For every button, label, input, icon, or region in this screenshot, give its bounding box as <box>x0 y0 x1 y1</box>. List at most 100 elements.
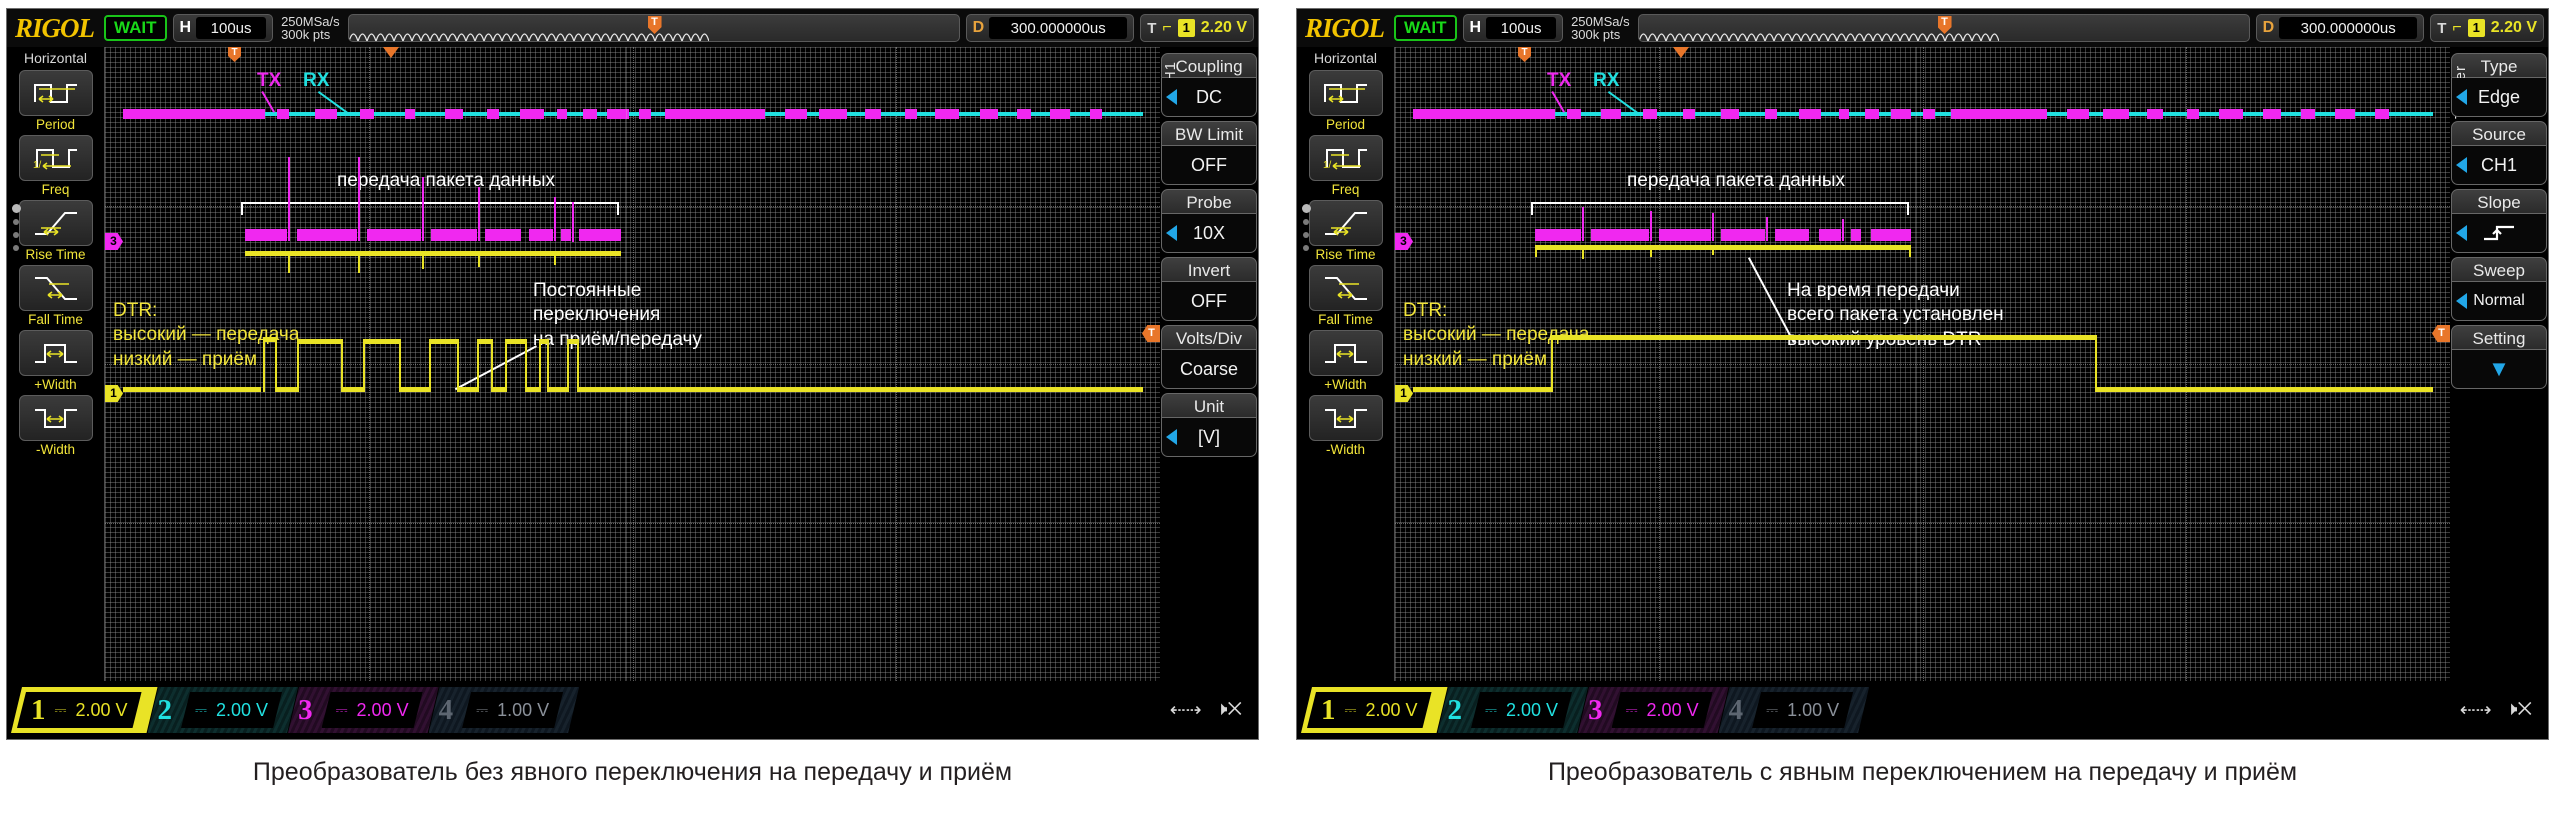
negative-width-icon <box>18 395 93 441</box>
channel-chip-3[interactable]: 3 ⎓ 2.00 V <box>1578 687 1729 733</box>
menu-label-period: Period <box>35 117 76 132</box>
channel-4-scale: 1.00 V <box>497 699 550 720</box>
period-icon <box>18 70 93 116</box>
horizontal-scale-box[interactable]: H 100us <box>172 14 274 42</box>
menu-sweep[interactable]: Sweep Normal <box>2451 257 2547 321</box>
waveform-preview-bar[interactable]: T <box>347 14 960 42</box>
menu-item-rise-time[interactable]: Rise Time <box>7 200 104 262</box>
menu-unit[interactable]: Unit [V] <box>1161 393 1257 457</box>
channel-chip-1[interactable]: 1 ⎓ 2.00 V <box>11 687 158 733</box>
menu-setting-value-box[interactable]: ▼ <box>2451 350 2547 389</box>
menu-source[interactable]: Source CH1 <box>2451 121 2547 185</box>
usb-icon[interactable]: ⇠⇢ <box>1170 699 1202 722</box>
white-note-left: Постоянные переключения на приём/передач… <box>533 280 702 350</box>
trigger-slope-icon: ⌐ <box>2452 19 2462 36</box>
horizontal-scale-box[interactable]: H 100us <box>1462 14 1564 42</box>
trigger-status-box[interactable]: T ⌐ 1 2.20 V <box>2430 14 2544 42</box>
menu-bw-limit[interactable]: BW Limit OFF <box>1161 121 1257 185</box>
menu-item-freq[interactable]: 1/ Freq <box>7 135 104 197</box>
channel-3-coupling-icon: ⎓ <box>335 701 348 719</box>
run-status-badge[interactable]: WAIT <box>1394 15 1457 41</box>
delay-position-marker <box>383 47 399 58</box>
trigger-menu-right: Trigger Type Edge Source CH1 Slope <box>2450 47 2548 681</box>
menu-probe[interactable]: Probe 10X <box>1161 189 1257 253</box>
menu-type-value-box[interactable]: Edge <box>2451 78 2547 117</box>
top-toolbar-right: RIGOL WAIT H 100us 250MSa/s 300k pts T D… <box>1297 9 2548 47</box>
menu-setting-label: Setting <box>2451 325 2547 350</box>
menu-volts-div-value-box[interactable]: Coarse <box>1161 350 1257 389</box>
top-toolbar-left: RIGOL WAIT H 100us 250MSa/s 300k pts T D… <box>7 9 1258 47</box>
menu-volts-div[interactable]: Volts/Div Coarse <box>1161 325 1257 389</box>
menu-label-fall-time: Fall Time <box>1318 312 1373 327</box>
waveform-preview-bar[interactable]: T <box>1637 14 2250 42</box>
trigger-level-value: 2.20 V <box>1200 19 1247 36</box>
channel-3-number: 3 <box>298 693 313 726</box>
menu-item-rise-time[interactable]: Rise Time <box>1297 200 1394 262</box>
menu-item-period[interactable]: Period <box>1297 70 1394 132</box>
menu-item-period[interactable]: Period <box>7 70 104 132</box>
menu-item-pos-width[interactable]: +Width <box>1297 330 1394 392</box>
menu-source-value: CH1 <box>2480 154 2517 175</box>
waveform-display-right[interactable]: T 3 1 T TX RX передача пакета данных На … <box>1395 47 2450 681</box>
channel-1-scale: 2.00 V <box>1365 699 1418 720</box>
channel-1-scale: 2.00 V <box>75 699 128 720</box>
rigol-logo: RIGOL <box>1305 12 1385 43</box>
menu-label-freq: Freq <box>1331 182 1360 197</box>
menu-probe-value: 10X <box>1192 222 1226 243</box>
run-status-badge[interactable]: WAIT <box>104 15 167 41</box>
menu-item-fall-time[interactable]: Fall Time <box>1297 265 1394 327</box>
delay-box[interactable]: D 300.000000us <box>965 14 1135 42</box>
delay-box[interactable]: D 300.000000us <box>2255 14 2425 42</box>
menu-setting[interactable]: Setting ▼ <box>2451 325 2547 389</box>
menu-probe-value-box[interactable]: 10X <box>1161 214 1257 253</box>
svg-text:1/: 1/ <box>33 160 42 171</box>
menu-item-freq[interactable]: 1/ Freq <box>1297 135 1394 197</box>
left-arrow-icon <box>2456 157 2467 173</box>
sample-rate: 250MSa/s <box>281 13 340 29</box>
menu-type[interactable]: Type Edge <box>2451 53 2547 117</box>
rise-time-icon <box>1308 200 1383 246</box>
speaker-mute-icon[interactable]: 🕨✕ <box>1216 699 1242 721</box>
channel-chip-2[interactable]: 2 ⎓ 2.00 V <box>1438 687 1589 733</box>
menu-source-value-box[interactable]: CH1 <box>2451 146 2547 185</box>
menu-item-pos-width[interactable]: +Width <box>7 330 104 392</box>
menu-label-rise-time: Rise Time <box>25 247 86 262</box>
trigger-t-label: T <box>2437 19 2447 37</box>
left-arrow-icon <box>1166 89 1177 105</box>
menu-invert[interactable]: Invert OFF <box>1161 257 1257 321</box>
trigger-level-value: 2.20 V <box>2490 19 2537 36</box>
menu-invert-value-box[interactable]: OFF <box>1161 282 1257 321</box>
menu-unit-value-box[interactable]: [V] <box>1161 418 1257 457</box>
menu-item-fall-time[interactable]: Fall Time <box>7 265 104 327</box>
trigger-status-box[interactable]: T ⌐ 1 2.20 V <box>1140 14 1254 42</box>
tx-label: TX <box>1547 70 1572 91</box>
channel-chip-4[interactable]: 4 ⎓ 1.00 V <box>429 687 580 733</box>
menu-slope[interactable]: Slope <box>2451 189 2547 253</box>
svg-text:1/: 1/ <box>1323 160 1332 171</box>
page-root: RIGOL WAIT H 100us 250MSa/s 300k pts T D… <box>0 0 2557 829</box>
channel-chip-3[interactable]: 3 ⎓ 2.00 V <box>288 687 439 733</box>
menu-coupling-value-box[interactable]: DC <box>1161 78 1257 117</box>
menu-bw-limit-value-box[interactable]: OFF <box>1161 146 1257 185</box>
frequency-icon: 1/ <box>1308 135 1383 181</box>
menu-coupling-value: DC <box>1196 86 1222 107</box>
waveform-display-left[interactable]: T 3 1 T TX RX передача пакета данных Пос… <box>105 47 1160 681</box>
menu-unit-label: Unit <box>1161 393 1257 418</box>
menu-slope-label: Slope <box>2451 189 2547 214</box>
rx-label: RX <box>303 70 330 91</box>
speaker-mute-icon[interactable]: 🕨✕ <box>2506 699 2532 721</box>
menu-item-neg-width[interactable]: -Width <box>7 395 104 457</box>
channel-chip-2[interactable]: 2 ⎓ 2.00 V <box>148 687 299 733</box>
sample-rate-info: 250MSa/s 300k pts <box>1569 14 1632 41</box>
scroll-dots-indicator <box>1302 204 1311 251</box>
horizontal-value: 100us <box>196 17 267 39</box>
channel-chip-1[interactable]: 1 ⎓ 2.00 V <box>1301 687 1448 733</box>
channel-2-scale: 2.00 V <box>216 699 269 720</box>
menu-invert-label: Invert <box>1161 257 1257 282</box>
usb-icon[interactable]: ⇠⇢ <box>2460 699 2492 722</box>
menu-sweep-value-box[interactable]: Normal <box>2451 282 2547 321</box>
menu-item-neg-width[interactable]: -Width <box>1297 395 1394 457</box>
menu-slope-value-box[interactable] <box>2451 214 2547 253</box>
channel-chip-4[interactable]: 4 ⎓ 1.00 V <box>1719 687 1870 733</box>
menu-label-period: Period <box>1325 117 1366 132</box>
